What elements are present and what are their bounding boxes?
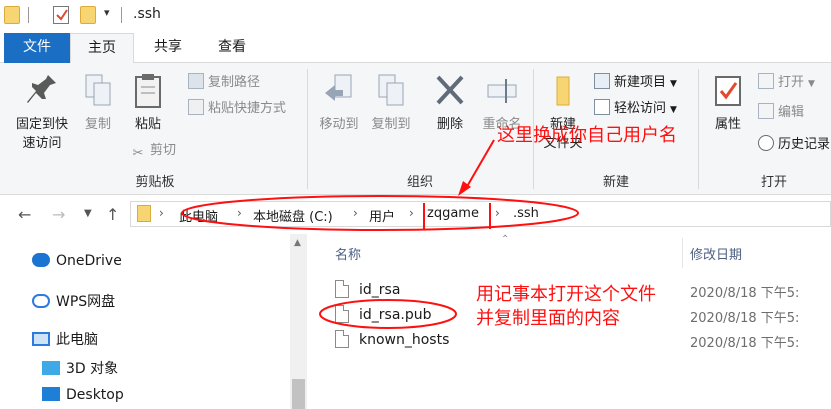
tab-file[interactable]: 文件 [4,33,70,63]
copy-path-button[interactable]: 复制路径 [188,73,260,93]
tab-view[interactable]: 查看 [204,33,260,63]
pin-icon [24,71,60,111]
file-row-id-rsa[interactable]: id_rsa [335,280,400,302]
edit-button[interactable]: 编辑 [758,103,804,123]
up-arrow-icon[interactable]: ↑ [106,205,119,224]
new-folder-quick-access-icon[interactable] [80,6,96,24]
properties-icon [710,71,746,111]
nav-item-3d-objects[interactable]: 3D 对象 [42,358,118,378]
breadcrumb-this-pc[interactable]: 此电脑 [179,206,218,225]
chevron-down-icon: ▼ [670,79,677,89]
edit-icon [758,103,774,119]
file-icon [335,330,349,348]
annotation-open-note-line2: 并复制里面的内容 [476,308,620,329]
navigation-pane: OneDrive WPS网盘 此电脑 3D 对象 Desktop [0,234,305,409]
ribbon: 固定到快 速访问 复制 粘贴 复制路径 粘贴快捷方式 ✂ 剪切 剪贴板 移动到 复… [0,63,831,195]
new-folder-icon [545,71,581,111]
tab-home[interactable]: 主页 [70,33,134,64]
rename-icon [484,71,520,111]
new-group-label: 新建 [602,175,629,190]
open-icon [758,73,774,89]
open-button[interactable]: 打开 ▼ [758,73,815,93]
annotation-open-note-line1: 用记事本打开这个文件 [476,284,656,305]
file-date: 2020/8/18 下午5: [690,311,800,326]
quick-access-dropdown[interactable]: ▾ [104,6,110,19]
file-icon [335,280,349,298]
nav-item-this-pc[interactable]: 此电脑 [32,329,98,349]
history-button[interactable]: 历史记录 [758,135,830,155]
scrollbar-thumb[interactable] [292,379,305,409]
clipboard-icon [130,71,166,111]
properties-quick-access-icon[interactable] [53,6,69,24]
desktop-icon [42,387,60,401]
column-header-name[interactable]: 名称 [335,244,361,263]
file-row-known-hosts[interactable]: known_hosts [335,330,449,352]
copy-button[interactable]: 复制 [76,71,120,134]
file-row-id-rsa-pub[interactable]: id_rsa.pub [335,305,432,327]
breadcrumb-local-disk[interactable]: 本地磁盘 (C:) [253,206,333,225]
copy-to-button[interactable]: 复制到 [366,71,416,134]
tab-share[interactable]: 共享 [140,33,196,63]
easy-access-icon [594,99,610,115]
forward-arrow-icon[interactable]: → [52,205,65,224]
organize-group-label: 组织 [406,175,433,190]
scissors-icon: ✂ [132,146,144,161]
window-title: .ssh [133,6,161,22]
new-item-button[interactable]: 新建项目 ▼ [594,73,677,93]
back-arrow-icon[interactable]: ← [18,205,31,224]
folder-icon [4,6,20,24]
divider [307,69,308,189]
nav-item-wps-drive[interactable]: WPS网盘 [32,291,115,311]
easy-access-button[interactable]: 轻松访问 ▼ [594,99,677,119]
open-group-label: 打开 [760,175,787,190]
chevron-down-icon: ▼ [808,79,815,89]
delete-button[interactable]: 删除 [428,71,472,134]
navigation-scrollbar[interactable]: ▲ [290,234,307,409]
nav-item-desktop[interactable]: Desktop [42,387,124,403]
paste-shortcut-button[interactable]: 粘贴快捷方式 [188,99,286,119]
delete-x-icon [432,71,468,111]
computer-icon [32,332,50,346]
new-item-icon [594,73,610,89]
copy-icon [80,71,116,111]
cube-icon [42,361,60,375]
ribbon-tabs: 文件 主页 共享 查看 [0,33,831,64]
divider [121,7,122,23]
file-date: 2020/8/18 下午5: [690,286,800,301]
history-icon [758,135,774,151]
divider [28,7,29,23]
address-bar[interactable]: › 此电脑 › 本地磁盘 (C:) › 用户 › zqgame › .ssh [130,201,831,227]
scroll-up-icon[interactable]: ▲ [294,238,301,248]
cloud-icon [32,253,50,267]
cloud-outline-icon [32,294,50,308]
copy-path-icon [188,73,204,89]
file-icon [335,305,349,323]
divider[interactable] [682,238,683,268]
breadcrumb-username[interactable]: zqgame [427,206,479,221]
divider [698,69,699,189]
properties-button[interactable]: 属性 [704,71,752,134]
chevron-down-icon: ▼ [670,105,677,115]
navigation-bar: ← → ▼ ↑ › 此电脑 › 本地磁盘 (C:) › 用户 › zqgame … [0,196,831,234]
recent-locations-chevron-icon[interactable]: ▼ [84,208,92,219]
copy-to-icon [373,71,409,111]
clipboard-group-label: 剪贴板 [135,175,175,190]
folder-icon [137,205,151,222]
paste-shortcut-icon [188,99,204,115]
column-header-date-modified[interactable]: 修改日期 [690,244,742,263]
nav-item-onedrive[interactable]: OneDrive [32,253,122,269]
paste-button[interactable]: 粘贴 [126,71,170,134]
annotation-username-note: 这里换成你自己用户名 [497,125,677,146]
breadcrumb-ssh[interactable]: .ssh [513,206,539,221]
cut-button[interactable]: ✂ 剪切 [130,141,176,161]
file-date: 2020/8/18 下午5: [690,336,800,351]
title-bar: ▾ .ssh [0,0,831,32]
sort-indicator-icon: ⌃ [501,234,510,245]
move-to-icon [321,71,357,111]
pin-to-quick-access-button[interactable]: 固定到快 速访问 [8,71,76,153]
move-to-button[interactable]: 移动到 [314,71,364,134]
breadcrumb-users[interactable]: 用户 [369,206,395,225]
